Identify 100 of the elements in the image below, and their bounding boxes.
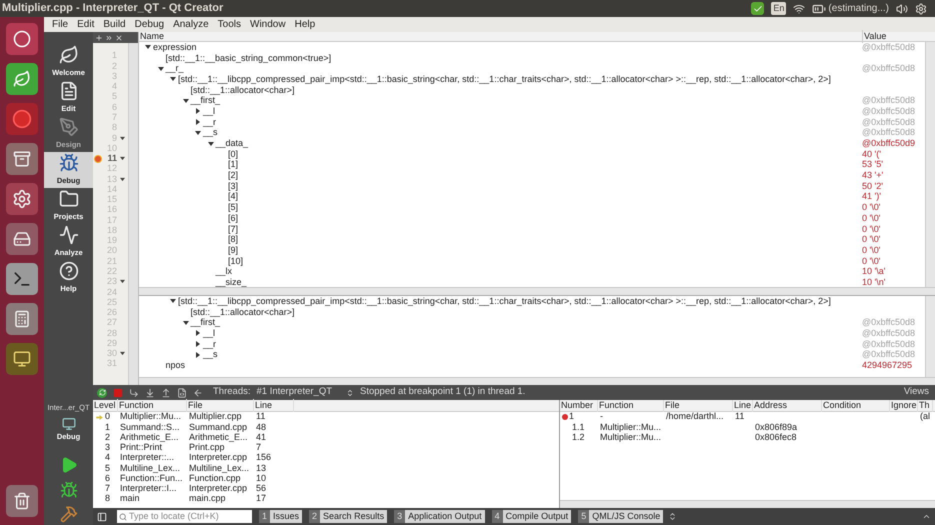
breakpoint-marker-icon[interactable] [94,154,102,163]
drive-icon[interactable] [6,223,38,255]
vertical-scrollbar[interactable] [128,43,138,385]
speaker-icon[interactable] [896,2,908,14]
back-arrow-icon[interactable] [193,388,203,398]
up-down-arrows-icon [346,388,354,396]
tree-arrow-icon[interactable] [170,298,176,304]
menu-item[interactable]: Window [250,17,286,32]
hammer-icon[interactable] [60,505,78,523]
wifi-icon[interactable] [793,2,806,14]
check-icon[interactable] [751,2,764,15]
chevrons-icon[interactable] [105,34,113,42]
close-icon[interactable] [115,34,123,42]
trash-icon[interactable] [6,485,38,517]
line-number: 18 [106,224,117,236]
settings-icon[interactable] [915,2,927,14]
disassembly-icon[interactable] [177,388,187,398]
variable-name: [5] [228,202,238,214]
tree-arrow-icon[interactable] [195,119,201,126]
horizontal-scrollbar[interactable] [139,377,935,385]
debug-run-icon[interactable] [60,481,78,499]
breakpoint-row[interactable]: 1.2 Multiplier::Mu... 0x806fec8 [560,432,935,443]
column-header[interactable]: Number [560,400,598,412]
thread-selector[interactable]: #1 Interpreter_QT [256,385,354,400]
fold-arrow-icon[interactable] [120,136,124,141]
variable-name: __r_ [166,63,184,74]
column-header[interactable]: Address [753,400,822,412]
column-header[interactable]: Condition [822,400,890,412]
column-header[interactable]: Line [733,400,753,412]
tree-arrow-icon[interactable] [195,130,201,136]
horizontal-scrollbar[interactable] [560,500,935,508]
menu-item[interactable]: Analyze [173,17,209,32]
stack-frame-row[interactable]: 6 Function::Fun... Function.cpp 10 [93,474,559,484]
tree-arrow-icon[interactable] [182,98,188,104]
menu-item[interactable]: Edit [77,17,94,32]
line-number: 26 [106,306,117,318]
stack-frame-row[interactable]: 7 Interpreter::I... Interpreter.cpp 56 [93,484,559,494]
step-over-icon[interactable] [129,388,139,398]
column-header[interactable]: Line [254,398,294,412]
column-header[interactable]: Level [93,398,118,412]
fold-arrow-icon[interactable] [120,156,124,162]
breakpoint-row[interactable]: 1 - /home/darthl... 11 (al [560,412,935,422]
tree-arrow-icon[interactable] [145,44,151,50]
tree-arrow-icon[interactable] [195,352,201,358]
vertical-scrollbar[interactable] [925,296,935,377]
fold-arrow-icon[interactable] [120,176,124,182]
menu-item[interactable]: Tools [218,17,242,32]
variable-value: 0 '\0' [862,202,880,212]
stack-frame-row[interactable]: 2 Arithmetic_E... Arithmetic_E... 41 [93,432,559,443]
column-header[interactable]: Ignore [890,400,918,412]
variable-value: 0 '\0' [862,224,880,234]
keyboard-language-indicator[interactable]: En [771,2,786,16]
terminal-icon[interactable] [6,263,38,295]
tree-arrow-icon[interactable] [182,320,188,326]
continue-icon[interactable] [97,388,107,398]
fold-arrow-icon[interactable] [120,279,124,284]
fold-arrow-icon[interactable] [120,351,124,356]
calculator-icon[interactable] [6,303,38,335]
tree-arrow-icon[interactable] [158,66,164,72]
stack-frame-row[interactable]: 3 Print::Print Print.cpp 7 [93,442,559,453]
tree-arrow-icon[interactable] [195,330,201,336]
maximize-icon[interactable] [922,512,931,521]
stack-frame-row[interactable]: 4 Interpreter::... Interpreter.cpp 156 [93,453,559,464]
views-menu[interactable]: Views [904,385,931,400]
search-icon [119,512,127,520]
column-header[interactable]: Function [118,398,187,412]
table-cell: 11 [735,411,744,422]
file-cabinet-icon[interactable] [6,143,38,175]
menu-item[interactable]: File [52,17,68,32]
vertical-scrollbar[interactable] [925,42,935,287]
tree-arrow-icon[interactable] [170,76,176,82]
sidebar-toggle-icon[interactable] [97,512,107,522]
stack-frame-row[interactable]: 1 Summand::S... Summand.cpp 48 [93,422,559,432]
tree-arrow-icon[interactable] [195,108,201,114]
menu-item[interactable]: Help [294,17,316,32]
column-header[interactable]: Function [598,400,664,412]
stack-frame-row[interactable]: 8 main main.cpp 17 [93,494,559,504]
stack-frame-row[interactable]: 0 Multiplier::Mu... Multiplier.cpp 11 [93,412,559,422]
tree-arrow-icon[interactable] [208,140,214,147]
more-panes-icon[interactable] [668,512,678,521]
column-header[interactable]: Th [918,400,933,412]
gear-icon[interactable] [6,183,38,215]
step-into-icon[interactable] [145,388,155,398]
table-cell: 0x806fec8 [755,432,797,442]
menu-item[interactable]: Debug [134,17,164,32]
horizontal-scrollbar[interactable] [139,287,935,295]
column-header[interactable]: Name [139,30,862,44]
locator-field[interactable]: Type to locate (Ctrl+K) [117,510,252,523]
add-icon[interactable] [95,34,103,42]
tree-arrow-icon[interactable] [195,341,201,348]
menu-item[interactable]: Build [103,17,126,32]
step-out-icon[interactable] [161,388,171,398]
column-header[interactable]: File [664,400,733,412]
breakpoint-row[interactable]: 1.1 Multiplier::Mu... 0x806f89a [560,422,935,432]
column-header[interactable]: File [187,398,254,412]
variable-name: __l [203,328,216,339]
stack-frame-row[interactable]: 5 Multiline_Lex... Multiline_Lex... 13 [93,463,559,474]
variable-value: @0xbffc50d8 [862,127,916,138]
leaf-app-icon[interactable] [6,63,38,95]
variable-name: [6] [228,212,238,224]
